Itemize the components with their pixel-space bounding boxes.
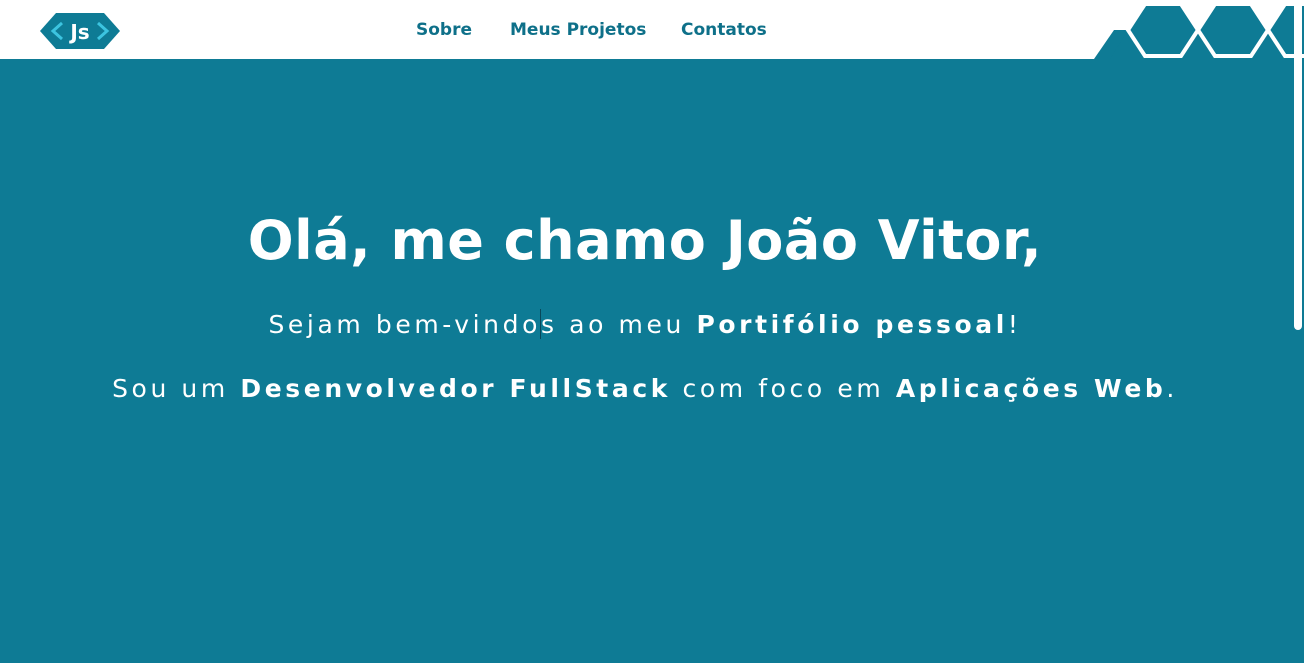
page-scrollbar[interactable] <box>1292 0 1304 663</box>
hero-section <box>0 59 1304 663</box>
site-header: Js Sobre Meus Projetos Contatos <box>0 0 1304 59</box>
nav-link-sobre[interactable]: Sobre <box>416 19 472 41</box>
focus-highlight: Aplicações Web <box>895 374 1167 403</box>
logo-text: Js <box>68 20 89 44</box>
hero-title: Olá, me chamo João Vitor, <box>247 209 1043 272</box>
hexagon-pattern-decoration <box>1094 2 1304 59</box>
role-text-start: Sou um <box>112 374 241 403</box>
welcome-text-start: Sejam bem-vindo <box>268 310 541 339</box>
logo[interactable]: Js <box>40 11 120 51</box>
welcome-text-middle: s ao meu <box>540 310 697 339</box>
js-logo-icon: Js <box>40 13 120 49</box>
role-text-end: . <box>1166 374 1178 403</box>
hero-subtitle-welcome: Sejam bem-vindos ao meu Portifólio pesso… <box>0 309 1290 340</box>
welcome-text-end: ! <box>1007 310 1022 339</box>
role-highlight: Desenvolvedor FullStack <box>240 374 671 403</box>
role-text-middle: com foco em <box>670 374 896 403</box>
hero-subtitle-role: Sou um Desenvolvedor FullStack com foco … <box>0 374 1290 404</box>
nav-link-contatos[interactable]: Contatos <box>681 19 767 41</box>
portfolio-highlight: Portifólio pessoal <box>696 310 1008 339</box>
scrollbar-thumb[interactable] <box>1294 2 1302 330</box>
nav-link-meus-projetos[interactable]: Meus Projetos <box>510 19 646 41</box>
